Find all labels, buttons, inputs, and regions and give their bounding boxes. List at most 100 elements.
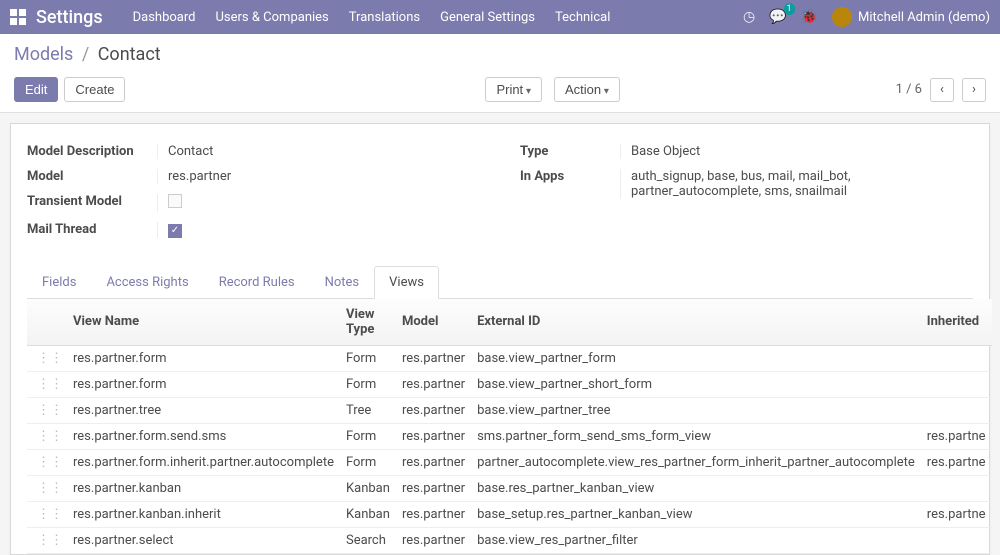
breadcrumb: Models / Contact [0,34,1000,71]
debug-icon[interactable]: 🐞 [801,9,818,25]
pager-count: 1 / 6 [896,82,922,97]
breadcrumb-sep: / [82,44,89,65]
breadcrumb-root[interactable]: Models [14,44,73,65]
cell-type: Kanban [340,475,396,501]
drag-handle-icon[interactable]: ⋮⋮ [37,533,63,548]
cell-inh: res.partne [921,449,992,475]
checkbox-checked-icon[interactable]: ✓ [168,224,182,238]
table-row[interactable]: ⋮⋮ res.partner.selectSearchres.partnerbas… [27,527,992,553]
form-sheet: Model DescriptionContactModelres.partner… [10,123,990,555]
cell-inh [921,371,992,397]
action-dropdown[interactable]: Action [554,77,620,102]
drag-handle-icon[interactable]: ⋮⋮ [37,455,63,470]
table-row[interactable]: ⋮⋮res.partner.formFormres.partnerbase.vi… [27,371,992,397]
cell-inh [921,397,992,423]
field-value: res.partner [157,169,480,184]
field-row: TypeBase Object [520,144,973,159]
cell-type: Form [340,371,396,397]
cell-extid: base.view_res_partner_filter [471,527,921,553]
cell-name: res.partner.form.inherit.partner.autocom… [67,449,340,475]
table-row[interactable]: ⋮⋮res.partner.treeTreeres.partnerbase.vi… [27,397,992,423]
menu-item[interactable]: Dashboard [133,10,196,25]
table-body: ⋮⋮res.partner.formFormres.partnerbase.vi… [27,345,992,553]
pager-prev[interactable]: ‹ [930,78,954,102]
edit-button[interactable]: Edit [14,77,58,102]
cell-name: res.partner.form [67,371,340,397]
cell-type: Form [340,449,396,475]
cell-type: Tree [340,397,396,423]
cell-inh [921,527,992,553]
apps-icon[interactable] [10,9,26,25]
create-button[interactable]: Create [64,77,125,102]
field-value: Contact [157,144,480,159]
drag-handle-icon[interactable]: ⋮⋮ [37,351,63,366]
user-menu[interactable]: Mitchell Admin (demo) [832,7,990,27]
column-header[interactable]: Model [396,299,471,346]
field-value [157,194,480,212]
cell-name: res.partner.tree [67,397,340,423]
breadcrumb-current: Contact [98,44,161,65]
column-header[interactable]: External ID [471,299,921,346]
tab-notes[interactable]: Notes [310,266,375,299]
field-value: ✓ [157,222,480,238]
column-header[interactable]: View Name [67,299,340,346]
cell-extid: base.res_partner_kanban_view [471,475,921,501]
tab-views[interactable]: Views [374,266,439,299]
column-header[interactable]: View Type [340,299,396,346]
field-label: Transient Model [27,194,157,209]
tab-record-rules[interactable]: Record Rules [204,266,310,299]
app-brand: Settings [36,7,103,28]
clock-icon[interactable]: ◷ [743,9,755,25]
cell-name: res.partner.kanban.inherit [67,501,340,527]
cell-name: res.partner.form [67,345,340,371]
cell-inh: res.partne [921,423,992,449]
cell-type: Form [340,345,396,371]
cell-extid: base.view_partner_short_form [471,371,921,397]
tab-fields[interactable]: Fields [27,266,91,299]
drag-handle-icon[interactable]: ⋮⋮ [37,377,63,392]
table-row[interactable]: ⋮⋮res.partner.formFormres.partnerbase.vi… [27,345,992,371]
cell-name: res.partner.kanban [67,475,340,501]
tab-access-rights[interactable]: Access Rights [91,266,203,299]
pager-next[interactable]: › [962,78,986,102]
field-label: In Apps [520,169,620,184]
column-header[interactable]: Inherited [921,299,992,346]
table-header-row: View NameView TypeModelExternal IDInheri… [27,299,992,346]
cell-inh [921,475,992,501]
drag-handle-icon[interactable]: ⋮⋮ [37,403,63,418]
cell-model: res.partner [396,423,471,449]
table-row[interactable]: ⋮⋮res.partner.kanbanKanbanres.partnerbas… [27,475,992,501]
print-dropdown[interactable]: Print [485,77,542,102]
field-label: Mail Thread [27,222,157,237]
field-value: auth_signup, base, bus, mail, mail_bot, … [620,169,973,199]
menu-item[interactable]: General Settings [440,10,535,25]
cell-type: Kanban [340,501,396,527]
drag-handle-icon[interactable]: ⋮⋮ [37,429,63,444]
table-row[interactable]: ⋮⋮ res.partner.form.inherit.partner.autoc… [27,449,992,475]
menu-item[interactable]: Users & Companies [215,10,328,25]
cell-type: Search [340,527,396,553]
checkbox-empty-icon[interactable] [168,194,182,208]
drag-handle-icon[interactable]: ⋮⋮ [37,507,63,522]
user-name: Mitchell Admin (demo) [858,10,990,25]
avatar [832,7,852,27]
table-row[interactable]: ⋮⋮res.partner.form.send.smsFormres.partn… [27,423,992,449]
cell-extid: base.view_partner_tree [471,397,921,423]
drag-handle-icon[interactable]: ⋮⋮ [37,481,63,496]
cell-model: res.partner [396,527,471,553]
field-label: Model [27,169,157,184]
messages-icon[interactable]: 💬1 [769,9,786,25]
field-value: Base Object [620,144,973,159]
menu-item[interactable]: Technical [555,10,610,25]
menu-item[interactable]: Translations [349,10,420,25]
cell-extid: partner_autocomplete.view_res_partner_fo… [471,449,921,475]
table-row[interactable]: ⋮⋮res.partner.kanban.inheritKanbanres.pa… [27,501,992,527]
cell-type: Form [340,423,396,449]
field-label: Type [520,144,620,159]
pager: 1 / 6 ‹ › [896,78,986,102]
cell-name: res.partner.select [67,527,340,553]
form-left-column: Model DescriptionContact Modelres.partner… [27,144,480,248]
form-right-column: TypeBase ObjectIn Appsauth_signup, base,… [520,144,973,248]
cell-extid: base.view_partner_form [471,345,921,371]
field-row: Model DescriptionContact [27,144,480,159]
